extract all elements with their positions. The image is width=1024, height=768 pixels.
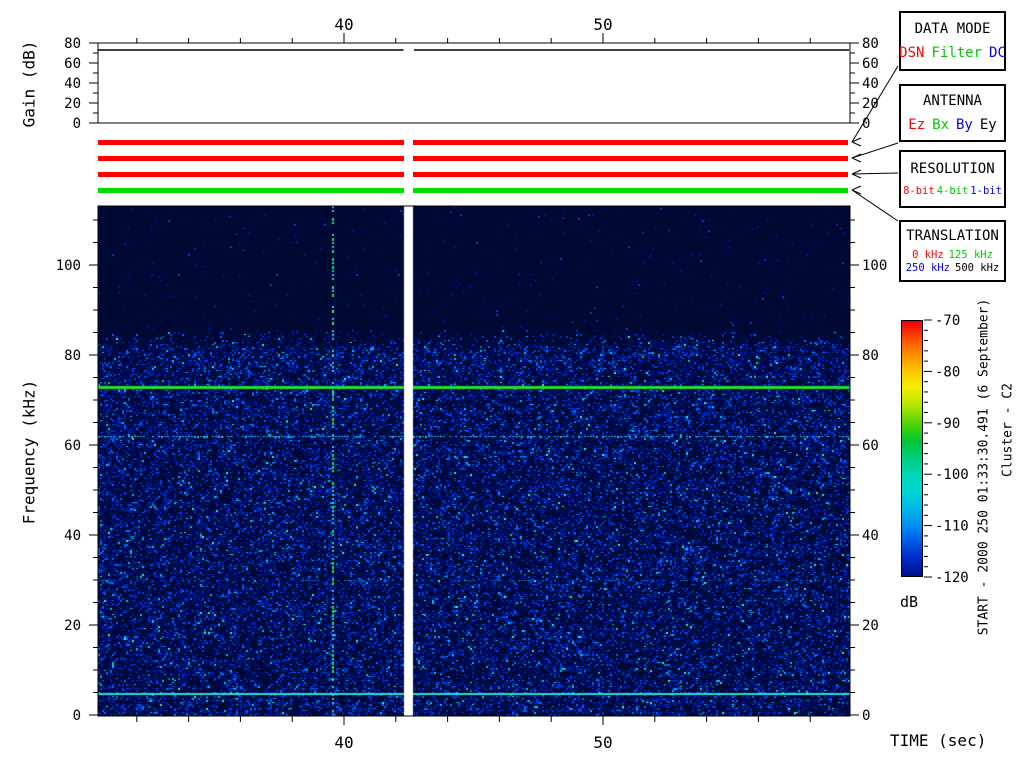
data-mode-box: DATA MODE DSN Filter DC [899, 11, 1006, 71]
arrowhead [851, 157, 862, 163]
translation-bar [413, 188, 848, 193]
spectrogram-border [97, 205, 851, 717]
top-time-tick-label: 50 [593, 15, 612, 34]
resolution-bar [98, 172, 404, 177]
data-mode-values: DSN Filter DC [899, 45, 1006, 61]
arrowhead [851, 185, 862, 191]
freq-tick-label-left: 60 [64, 438, 81, 454]
data-mode-bar [413, 140, 848, 145]
freq-tick-label-left: 40 [64, 528, 81, 544]
time-axis-label: TIME (sec) [890, 731, 987, 750]
gain-axis-label: Gain (dB) [19, 40, 39, 128]
colorbar-tick-label: -120 [935, 570, 969, 586]
colorbar-tick-label: -70 [935, 313, 960, 329]
freq-tick-label-left: 0 [73, 708, 81, 724]
axes-layer: 0 020 2040 4060 6080 8040 500 020 2040 4060 6080 80… [56, 15, 969, 752]
antenna-item: Ey [979, 116, 997, 133]
frequency-axis-label: Frequency (kHz) [19, 379, 39, 525]
antenna-item: By [956, 116, 973, 133]
freq-tick-label-right: 0 [862, 708, 870, 724]
data-mode-item: Filter [931, 45, 983, 61]
antenna-values: Ez Bx By Ey [908, 117, 996, 133]
colorbar-tick-label: -90 [935, 416, 960, 432]
freq-tick-label-left: 20 [64, 618, 81, 634]
gain-ytick-label-left: 20 [64, 96, 81, 112]
colorbar-tick-label: -100 [935, 467, 969, 483]
gain-ytick-label-right: 40 [862, 76, 879, 92]
spacecraft-label: Cluster - C2 [1000, 383, 1016, 477]
gain-ytick-label-left: 80 [64, 36, 81, 52]
translation-arrow [851, 189, 899, 222]
translation-item: 125 kHz [948, 249, 993, 262]
freq-tick-label-right: 20 [862, 618, 879, 634]
data-mode-item: DSN [899, 45, 925, 61]
start-time-label: START - 2000 250 01:33:30.491 (6 Septemb… [976, 298, 992, 636]
freq-tick-label-right: 60 [862, 438, 879, 454]
translation-item: 250 kHz [905, 262, 950, 275]
antenna-title: ANTENNA [922, 93, 982, 110]
data-mode-title: DATA MODE [914, 21, 991, 37]
resolution-item: 8-bit [903, 185, 935, 198]
gain-ytick-label-right: 20 [862, 96, 879, 112]
resolution-box: RESOLUTION 8-bit 4-bit 1-bit [899, 150, 1006, 208]
translation-bar [98, 188, 404, 193]
translation-values: 0 kHz 125 kHz 250 kHz 500 kHz [906, 249, 1000, 274]
gain-ytick-label-right: 80 [862, 36, 879, 52]
freq-tick-label-right: 100 [862, 258, 887, 274]
bottom-time-tick-label: 50 [593, 733, 612, 752]
translation-item: 500 kHz [955, 262, 1000, 275]
colorbar-tick-label: -110 [935, 519, 969, 535]
gain-ytick-label-right: 60 [862, 56, 879, 72]
resolution-values: 8-bit 4-bit 1-bit [903, 185, 1002, 197]
resolution-bar [413, 172, 848, 177]
data-mode-bar [98, 140, 404, 145]
freq-tick-label-left: 100 [56, 258, 81, 274]
arrowhead [851, 141, 862, 147]
freq-tick-label-right: 80 [862, 348, 879, 364]
antenna-item: Ez [908, 116, 926, 133]
top-time-tick-label: 40 [334, 15, 353, 34]
bottom-time-tick-label: 40 [334, 733, 353, 752]
freq-tick-label-left: 80 [64, 348, 81, 364]
translation-box: TRANSLATION 0 kHz 125 kHz 250 kHz 500 kHz [899, 220, 1006, 282]
antenna-box: ANTENNA Ez Bx By Ey [899, 84, 1006, 142]
gain-ytick-label-left: 40 [64, 76, 81, 92]
colorbar-units-label: dB [900, 593, 919, 611]
wbd-spectrogram-display: 0 0 20 20 40 40 60 60 80 80 40 50 0 0 20 20 40 40 60 60 80 80… [0, 0, 1024, 768]
translation-item: 0 kHz [912, 249, 944, 262]
resolution-item: 1-bit [970, 185, 1002, 198]
freq-tick-label-right: 40 [862, 528, 879, 544]
gain-ytick-label-left: 60 [64, 56, 81, 72]
arrowhead [851, 173, 862, 179]
translation-row: 250 kHz 500 kHz [906, 262, 1000, 274]
colorbar-tick-label: -80 [935, 364, 960, 380]
resolution-item: 4-bit [936, 185, 969, 198]
antenna-item: Bx [932, 116, 949, 133]
antenna-bar [413, 156, 848, 161]
gain-plot-border [97, 42, 851, 124]
translation-title: TRANSLATION [906, 227, 999, 244]
translation-row: 0 kHz 125 kHz [906, 249, 1000, 261]
resolution-arrow [851, 172, 899, 175]
data-mode-item: DC [989, 45, 1006, 61]
gain-ytick-label-left: 0 [73, 116, 81, 132]
resolution-title: RESOLUTION [910, 160, 995, 177]
antenna-bar [98, 156, 404, 161]
